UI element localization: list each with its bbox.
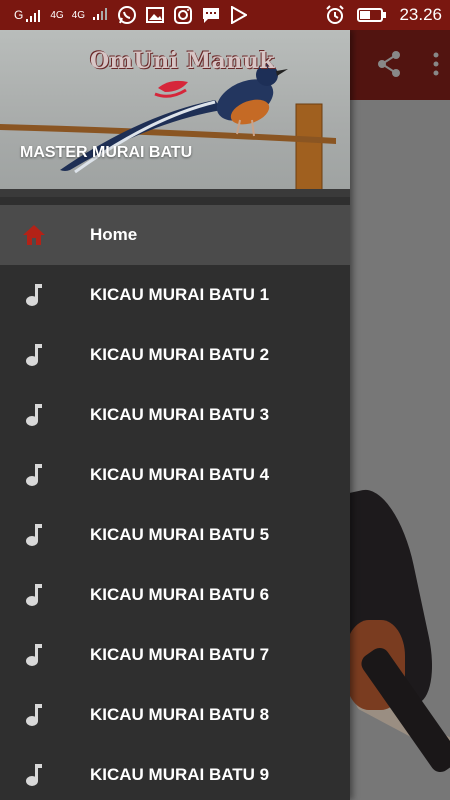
menu-item-kicau-8[interactable]: KICAU MURAI BATU 8 (0, 685, 350, 745)
menu-item-home[interactable]: Home (0, 205, 350, 265)
share-icon[interactable] (376, 50, 402, 83)
home-icon (0, 224, 70, 246)
music-note-icon (0, 583, 70, 607)
music-note-icon (0, 523, 70, 547)
alarm-icon (325, 5, 345, 24)
signal-2-icon (93, 7, 109, 23)
status-right: 23.26 (325, 5, 442, 25)
music-note-icon (0, 703, 70, 727)
network-type-2: 4G (71, 9, 86, 21)
menu-item-kicau-3[interactable]: KICAU MURAI BATU 3 (0, 385, 350, 445)
toolbar-actions (376, 50, 440, 83)
signal-icon: G (14, 8, 42, 22)
menu-item-kicau-7[interactable]: KICAU MURAI BATU 7 (0, 625, 350, 685)
menu-item-kicau-5[interactable]: KICAU MURAI BATU 5 (0, 505, 350, 565)
battery-icon (357, 6, 387, 24)
music-note-icon (0, 763, 70, 787)
music-note-icon (0, 463, 70, 487)
network-type-1: 4G (50, 9, 64, 21)
menu-item-label: KICAU MURAI BATU 1 (90, 285, 270, 304)
menu-item-label: KICAU MURAI BATU 4 (90, 465, 270, 484)
menu-item-kicau-9[interactable]: KICAU MURAI BATU 9 (0, 745, 350, 800)
whatsapp-icon (117, 6, 137, 24)
status-bar: G 4G 4G 23.26 (0, 0, 450, 30)
menu-item-label: KICAU MURAI BATU 9 (90, 765, 270, 784)
status-left: G 4G 4G (14, 6, 249, 24)
drawer-header: OmUni Manuk MASTER MURAI BATU (0, 30, 350, 197)
menu-item-label: KICAU MURAI BATU 6 (90, 585, 270, 604)
instagram-icon (173, 6, 193, 24)
message-icon (201, 6, 221, 24)
play-store-icon (229, 6, 249, 24)
gallery-icon (145, 6, 165, 24)
music-note-icon (0, 403, 70, 427)
music-note-icon (0, 343, 70, 367)
menu-item-label: KICAU MURAI BATU 3 (90, 405, 270, 424)
menu-item-kicau-6[interactable]: KICAU MURAI BATU 6 (0, 565, 350, 625)
overflow-menu-icon[interactable] (432, 50, 440, 83)
music-note-icon (0, 283, 70, 307)
menu-item-label: KICAU MURAI BATU 7 (90, 645, 270, 664)
menu-item-kicau-4[interactable]: KICAU MURAI BATU 4 (0, 445, 350, 505)
navigation-drawer: OmUni Manuk MASTER MURAI BATU Home KICAU… (0, 30, 350, 800)
carrier-label: G (14, 8, 24, 22)
drawer-menu: Home KICAU MURAI BATU 1 KICAU MURAI BATU… (0, 205, 350, 800)
menu-item-label: KICAU MURAI BATU 2 (90, 345, 270, 364)
status-time: 23.26 (399, 5, 442, 24)
menu-item-label: Home (90, 225, 138, 244)
drawer-title: MASTER MURAI BATU (20, 144, 193, 161)
menu-item-kicau-1[interactable]: KICAU MURAI BATU 1 (0, 265, 350, 325)
music-note-icon (0, 643, 70, 667)
menu-item-label: KICAU MURAI BATU 5 (90, 525, 270, 544)
menu-item-kicau-2[interactable]: KICAU MURAI BATU 2 (0, 325, 350, 385)
logo-text: OmUni Manuk (90, 48, 275, 74)
menu-item-label: KICAU MURAI BATU 8 (90, 705, 270, 724)
